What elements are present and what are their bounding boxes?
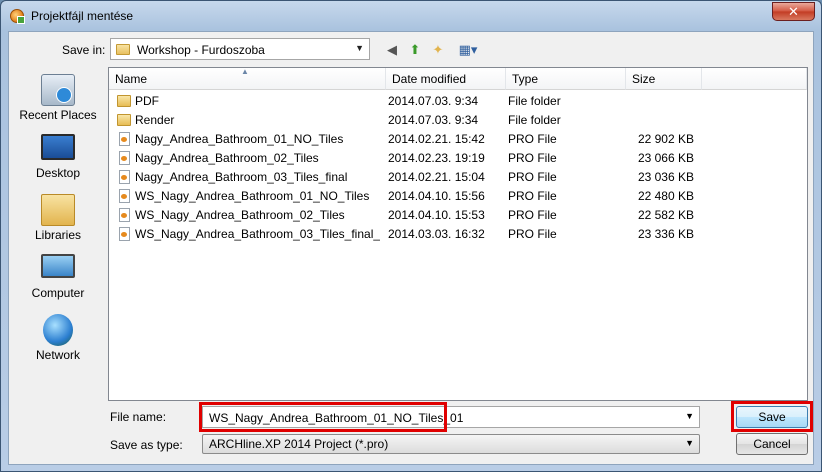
- place-label: Libraries: [34, 228, 82, 242]
- file-name: WS_Nagy_Andrea_Bathroom_02_Tiles: [135, 208, 345, 222]
- file-date: 2014.03.03. 16:32: [388, 227, 485, 241]
- pro-file-icon: [119, 208, 130, 222]
- file-type: File folder: [508, 94, 561, 108]
- file-row[interactable]: WS_Nagy_Andrea_Bathroom_03_Tiles_final_.…: [109, 225, 807, 244]
- save-as-type-dropdown[interactable]: ARCHline.XP 2014 Project (*.pro) ▼: [202, 434, 700, 454]
- new-folder-icon[interactable]: ✦: [429, 41, 447, 59]
- pro-file-icon: [119, 227, 130, 241]
- highlight-box: [731, 401, 813, 432]
- file-row[interactable]: Nagy_Andrea_Bathroom_03_Tiles_final 2014.…: [109, 168, 807, 187]
- column-header-type[interactable]: Type: [506, 68, 626, 90]
- file-type: PRO File: [508, 170, 557, 184]
- file-name: WS_Nagy_Andrea_Bathroom_01_NO_Tiles: [135, 189, 370, 203]
- file-type: File folder: [508, 113, 561, 127]
- app-icon: [10, 9, 25, 24]
- file-row[interactable]: Nagy_Andrea_Bathroom_01_NO_Tiles 2014.02.…: [109, 130, 807, 149]
- file-row[interactable]: PDF 2014.07.03. 9:34 File folder: [109, 92, 807, 111]
- column-header-name[interactable]: ▲ Name: [109, 67, 386, 90]
- location-value: Workshop - Furdoszoba: [137, 43, 265, 57]
- computer-icon: [41, 254, 75, 278]
- save-as-type-value: ARCHline.XP 2014 Project (*.pro): [209, 437, 389, 451]
- folder-icon: [117, 95, 131, 107]
- title-bar[interactable]: Projektfájl mentése ✕: [1, 1, 821, 31]
- file-name: Nagy_Andrea_Bathroom_01_NO_Tiles: [135, 132, 344, 146]
- place-label: Desktop: [35, 166, 81, 180]
- file-name: Render: [135, 113, 175, 127]
- desktop-icon: [41, 134, 75, 160]
- file-type: PRO File: [508, 132, 557, 146]
- file-date: 2014.07.03. 9:34: [388, 113, 479, 127]
- file-size: 23 036 KB: [637, 170, 694, 184]
- highlight-box: [199, 402, 447, 432]
- file-row[interactable]: WS_Nagy_Andrea_Bathroom_01_NO_Tiles 2014.…: [109, 187, 807, 206]
- column-header-label: Date modified: [392, 72, 467, 86]
- folder-icon: [117, 114, 131, 126]
- file-type: PRO File: [508, 208, 557, 222]
- file-date: 2014.04.10. 15:56: [388, 189, 485, 203]
- chevron-down-icon: ▼: [685, 438, 694, 448]
- location-dropdown[interactable]: Workshop - Furdoszoba ▼: [110, 38, 370, 60]
- column-header-label: Name: [115, 72, 148, 86]
- file-size: 22 480 KB: [637, 189, 694, 203]
- places-bar: Recent Places Desktop Libraries Computer…: [11, 68, 105, 368]
- file-name: Nagy_Andrea_Bathroom_03_Tiles_final: [135, 170, 348, 184]
- chevron-down-icon: ▼: [355, 43, 364, 53]
- save-as-type-label: Save as type:: [110, 438, 183, 452]
- chevron-down-icon[interactable]: ▼: [685, 411, 694, 421]
- file-type: PRO File: [508, 189, 557, 203]
- file-size: 22 582 KB: [637, 208, 694, 222]
- file-type: PRO File: [508, 151, 557, 165]
- column-header-date[interactable]: Date modified: [386, 68, 506, 90]
- place-label: Network: [35, 348, 80, 362]
- save-in-label: Save in:: [62, 43, 106, 57]
- column-header-size[interactable]: Size: [626, 68, 702, 90]
- column-header-label: Size: [632, 72, 656, 86]
- file-date: 2014.02.21. 15:04: [388, 170, 485, 184]
- network-icon: [43, 314, 73, 346]
- file-list[interactable]: ▲ Name Date modified Type Size PDF 2014.0…: [108, 67, 808, 401]
- file-size: 22 902 KB: [637, 132, 694, 146]
- file-date: 2014.07.03. 9:34: [388, 94, 479, 108]
- file-name-label: File name:: [110, 410, 167, 424]
- file-date: 2014.04.10. 15:53: [388, 208, 485, 222]
- file-date: 2014.02.23. 19:19: [388, 151, 485, 165]
- pro-file-icon: [119, 151, 130, 165]
- pro-file-icon: [119, 189, 130, 203]
- libraries-icon: [41, 194, 75, 226]
- file-name: PDF: [135, 94, 159, 108]
- file-size: 23 066 KB: [637, 151, 694, 165]
- cancel-button[interactable]: Cancel: [736, 433, 808, 455]
- up-folder-icon[interactable]: ⬆: [406, 41, 424, 59]
- file-row[interactable]: Nagy_Andrea_Bathroom_02_Tiles 2014.02.23.…: [109, 149, 807, 168]
- place-recent-places[interactable]: Recent Places: [11, 74, 105, 122]
- column-header-label: Type: [512, 72, 539, 86]
- file-date: 2014.02.21. 15:42: [388, 132, 485, 146]
- file-row[interactable]: Render 2014.07.03. 9:34 File folder: [109, 111, 807, 130]
- column-header-filler: [702, 68, 807, 90]
- file-type: PRO File: [508, 227, 557, 241]
- views-menu-icon[interactable]: ▦▾: [455, 41, 481, 59]
- window-title: Projektfájl mentése: [31, 9, 134, 23]
- pro-file-icon: [119, 132, 130, 146]
- file-name: Nagy_Andrea_Bathroom_02_Tiles: [135, 151, 319, 165]
- file-name: WS_Nagy_Andrea_Bathroom_03_Tiles_final_.…: [135, 227, 380, 241]
- close-button[interactable]: ✕: [772, 2, 815, 21]
- recent-places-icon: [41, 74, 75, 106]
- place-libraries[interactable]: Libraries: [11, 194, 105, 242]
- file-size: 23 336 KB: [637, 227, 694, 241]
- pro-file-icon: [119, 170, 130, 184]
- place-desktop[interactable]: Desktop: [11, 134, 105, 180]
- place-computer[interactable]: Computer: [11, 254, 105, 300]
- back-icon[interactable]: ◀: [383, 41, 401, 59]
- folder-icon: [116, 44, 130, 55]
- save-dialog-window: Projektfájl mentése ✕ Save in: Workshop …: [0, 0, 822, 472]
- sort-ascending-icon: ▲: [241, 67, 249, 76]
- place-network[interactable]: Network: [11, 314, 105, 362]
- place-label: Recent Places: [19, 108, 97, 122]
- place-label: Computer: [31, 286, 85, 300]
- file-row[interactable]: WS_Nagy_Andrea_Bathroom_02_Tiles 2014.04.…: [109, 206, 807, 225]
- dialog-body: Save in: Workshop - Furdoszoba ▼ ◀ ⬆ ✦ ▦…: [8, 31, 814, 465]
